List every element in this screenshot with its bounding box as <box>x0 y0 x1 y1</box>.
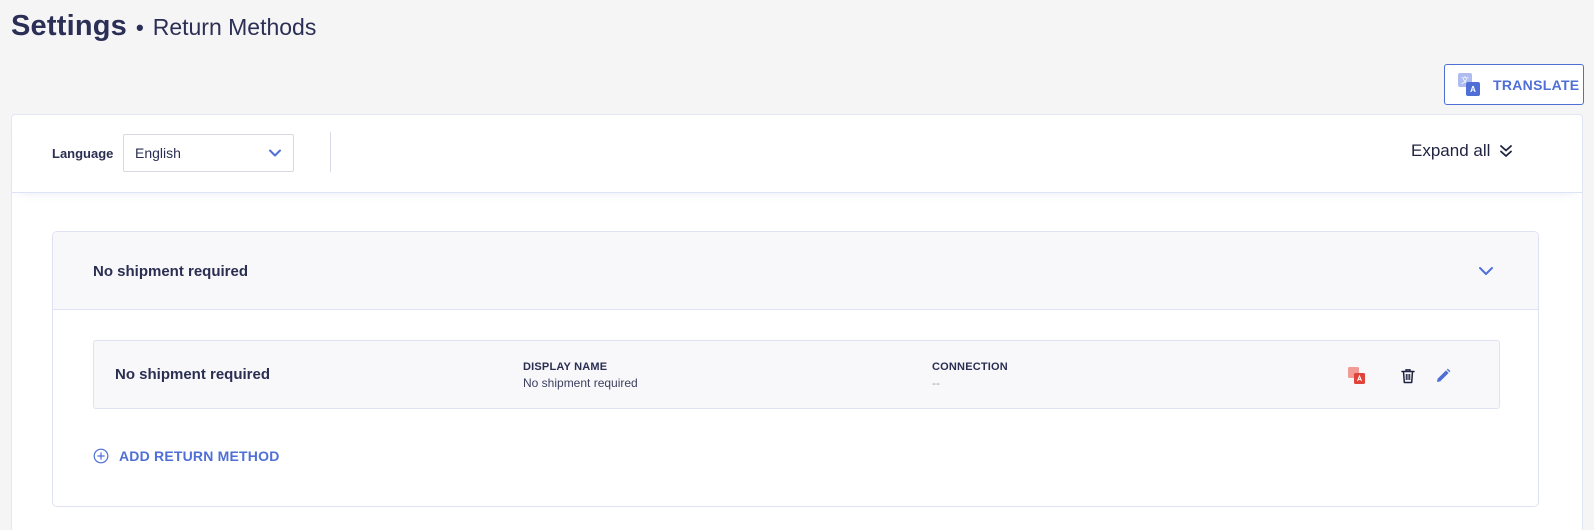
toolbar-divider <box>330 132 331 172</box>
connection-value: -- <box>932 376 940 390</box>
add-return-method-button[interactable]: ADD RETURN METHOD <box>93 448 280 464</box>
translate-icon <box>1348 367 1365 384</box>
return-method-group: No shipment required No shipment require… <box>52 231 1539 507</box>
add-return-method-label: ADD RETURN METHOD <box>119 448 280 464</box>
chevron-down-icon[interactable] <box>1478 263 1494 279</box>
page-subtitle: Return Methods <box>152 14 317 40</box>
group-title: No shipment required <box>93 263 249 280</box>
plus-circle-icon <box>93 448 109 464</box>
connection-header: CONNECTION <box>932 361 1008 373</box>
translate-button-label: TRANSLATE <box>1493 76 1580 93</box>
expand-all-label: Expand all <box>1411 141 1491 160</box>
page-title: Settings <box>11 10 127 42</box>
return-method-row: No shipment required DISPLAY NAME No shi… <box>93 340 1500 409</box>
page-header: Settings • Return Methods <box>11 10 316 43</box>
title-separator: • <box>136 15 144 40</box>
display-name-value: No shipment required <box>523 376 638 390</box>
chevron-down-icon <box>269 149 281 157</box>
translate-method-button[interactable] <box>1346 365 1368 387</box>
language-label: Language <box>52 146 114 161</box>
display-name-header: DISPLAY NAME <box>523 361 608 373</box>
method-name: No shipment required <box>115 366 271 383</box>
settings-panel: Language English Expand all No shipment … <box>11 114 1583 530</box>
translate-icon: 文 A <box>1458 73 1481 96</box>
language-select-value: English <box>135 145 181 161</box>
edit-button[interactable] <box>1432 365 1454 387</box>
toolbar: Language English Expand all <box>12 115 1582 193</box>
double-chevron-down-icon <box>1500 145 1513 157</box>
expand-all-button[interactable]: Expand all <box>1411 141 1514 161</box>
delete-button[interactable] <box>1397 365 1419 387</box>
pencil-icon <box>1437 368 1451 382</box>
group-header[interactable]: No shipment required <box>53 232 1538 310</box>
language-select[interactable]: English <box>123 134 294 172</box>
translate-button[interactable]: 文 A TRANSLATE <box>1444 64 1584 105</box>
trash-icon <box>1401 369 1415 384</box>
